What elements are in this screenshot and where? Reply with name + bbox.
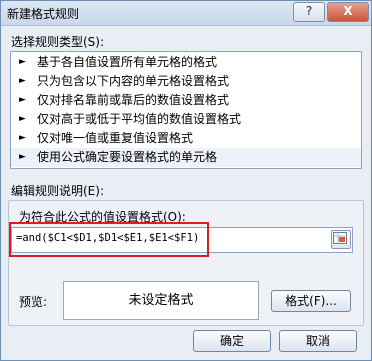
rule-type-list[interactable]: ► 基于各自值设置所有单元格的格式 ► 只为包含以下内容的单元格设置格式 ► 仅对排名… xyxy=(10,51,362,169)
rule-type-label: 选择规则类型(S): xyxy=(11,35,105,49)
title-bar: 新建格式规则 ? X xyxy=(1,1,371,26)
preview-label: 预览: xyxy=(19,295,48,309)
arrow-right-icon: ► xyxy=(19,152,26,162)
help-button[interactable]: ? xyxy=(293,2,325,22)
rule-type-item[interactable]: ► 基于各自值设置所有单元格的格式 xyxy=(11,53,361,72)
rule-type-item[interactable]: ► 仅对排名靠前或靠后的数值设置格式 xyxy=(11,91,361,110)
rule-type-item-selected[interactable]: ► 使用公式确定要设置格式的单元格 xyxy=(11,148,361,167)
cancel-button[interactable]: 取消 xyxy=(279,330,357,352)
arrow-right-icon: ► xyxy=(19,95,26,105)
arrow-right-icon: ► xyxy=(19,114,26,124)
edit-rule-description-label: 编辑规则说明(E): xyxy=(11,184,104,198)
range-select-icon xyxy=(333,232,347,244)
preview-text: 未设定格式 xyxy=(128,293,194,308)
ok-button[interactable]: 确定 xyxy=(193,330,271,352)
arrow-right-icon: ► xyxy=(19,57,26,67)
arrow-right-icon: ► xyxy=(19,76,26,86)
format-button[interactable]: 格式(F)... xyxy=(271,290,351,312)
highlight-box xyxy=(9,222,209,257)
rule-type-item[interactable]: ► 仅对唯一值或重复值设置格式 xyxy=(11,129,361,148)
rule-type-item[interactable]: ► 仅对高于或低于平均值的数值设置格式 xyxy=(11,110,361,129)
range-select-button[interactable] xyxy=(331,230,351,249)
preview-box: 未设定格式 xyxy=(63,281,259,320)
rule-type-item[interactable]: ► 只为包含以下内容的单元格设置格式 xyxy=(11,72,361,91)
close-button[interactable]: X xyxy=(327,2,369,22)
dialog-title: 新建格式规则 xyxy=(7,7,80,21)
new-formatting-rule-dialog: 新建格式规则 ? X 选择规则类型(S): ► 基于各自值设置所有单元格的格式 ►… xyxy=(0,0,372,361)
arrow-right-icon: ► xyxy=(19,133,26,143)
